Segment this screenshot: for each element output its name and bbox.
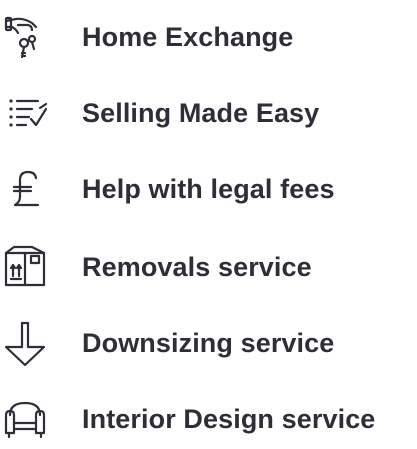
menu-item-legal-fees[interactable]: Help with legal fees bbox=[0, 159, 417, 219]
menu-item-removals[interactable]: Removals service bbox=[0, 237, 417, 297]
services-menu: Home Exchange Selling Made Easy Help wit… bbox=[0, 0, 417, 441]
menu-item-home-exchange[interactable]: Home Exchange bbox=[0, 7, 417, 67]
pound-sign-icon bbox=[2, 159, 50, 219]
moving-box-icon bbox=[2, 237, 50, 297]
armchair-icon bbox=[2, 389, 50, 449]
menu-item-selling-made-easy[interactable]: Selling Made Easy bbox=[0, 83, 417, 143]
hand-keys-icon bbox=[2, 7, 50, 67]
menu-item-label: Interior Design service bbox=[82, 404, 376, 434]
menu-item-downsizing[interactable]: Downsizing service bbox=[0, 313, 417, 373]
down-arrow-icon bbox=[2, 313, 50, 373]
menu-item-label: Downsizing service bbox=[82, 328, 335, 358]
menu-item-label: Home Exchange bbox=[82, 22, 294, 52]
menu-item-label: Help with legal fees bbox=[82, 174, 335, 204]
menu-item-interior-design[interactable]: Interior Design service bbox=[0, 389, 417, 449]
checklist-icon bbox=[2, 83, 50, 143]
menu-item-label: Removals service bbox=[82, 252, 312, 282]
menu-item-label: Selling Made Easy bbox=[82, 98, 320, 128]
